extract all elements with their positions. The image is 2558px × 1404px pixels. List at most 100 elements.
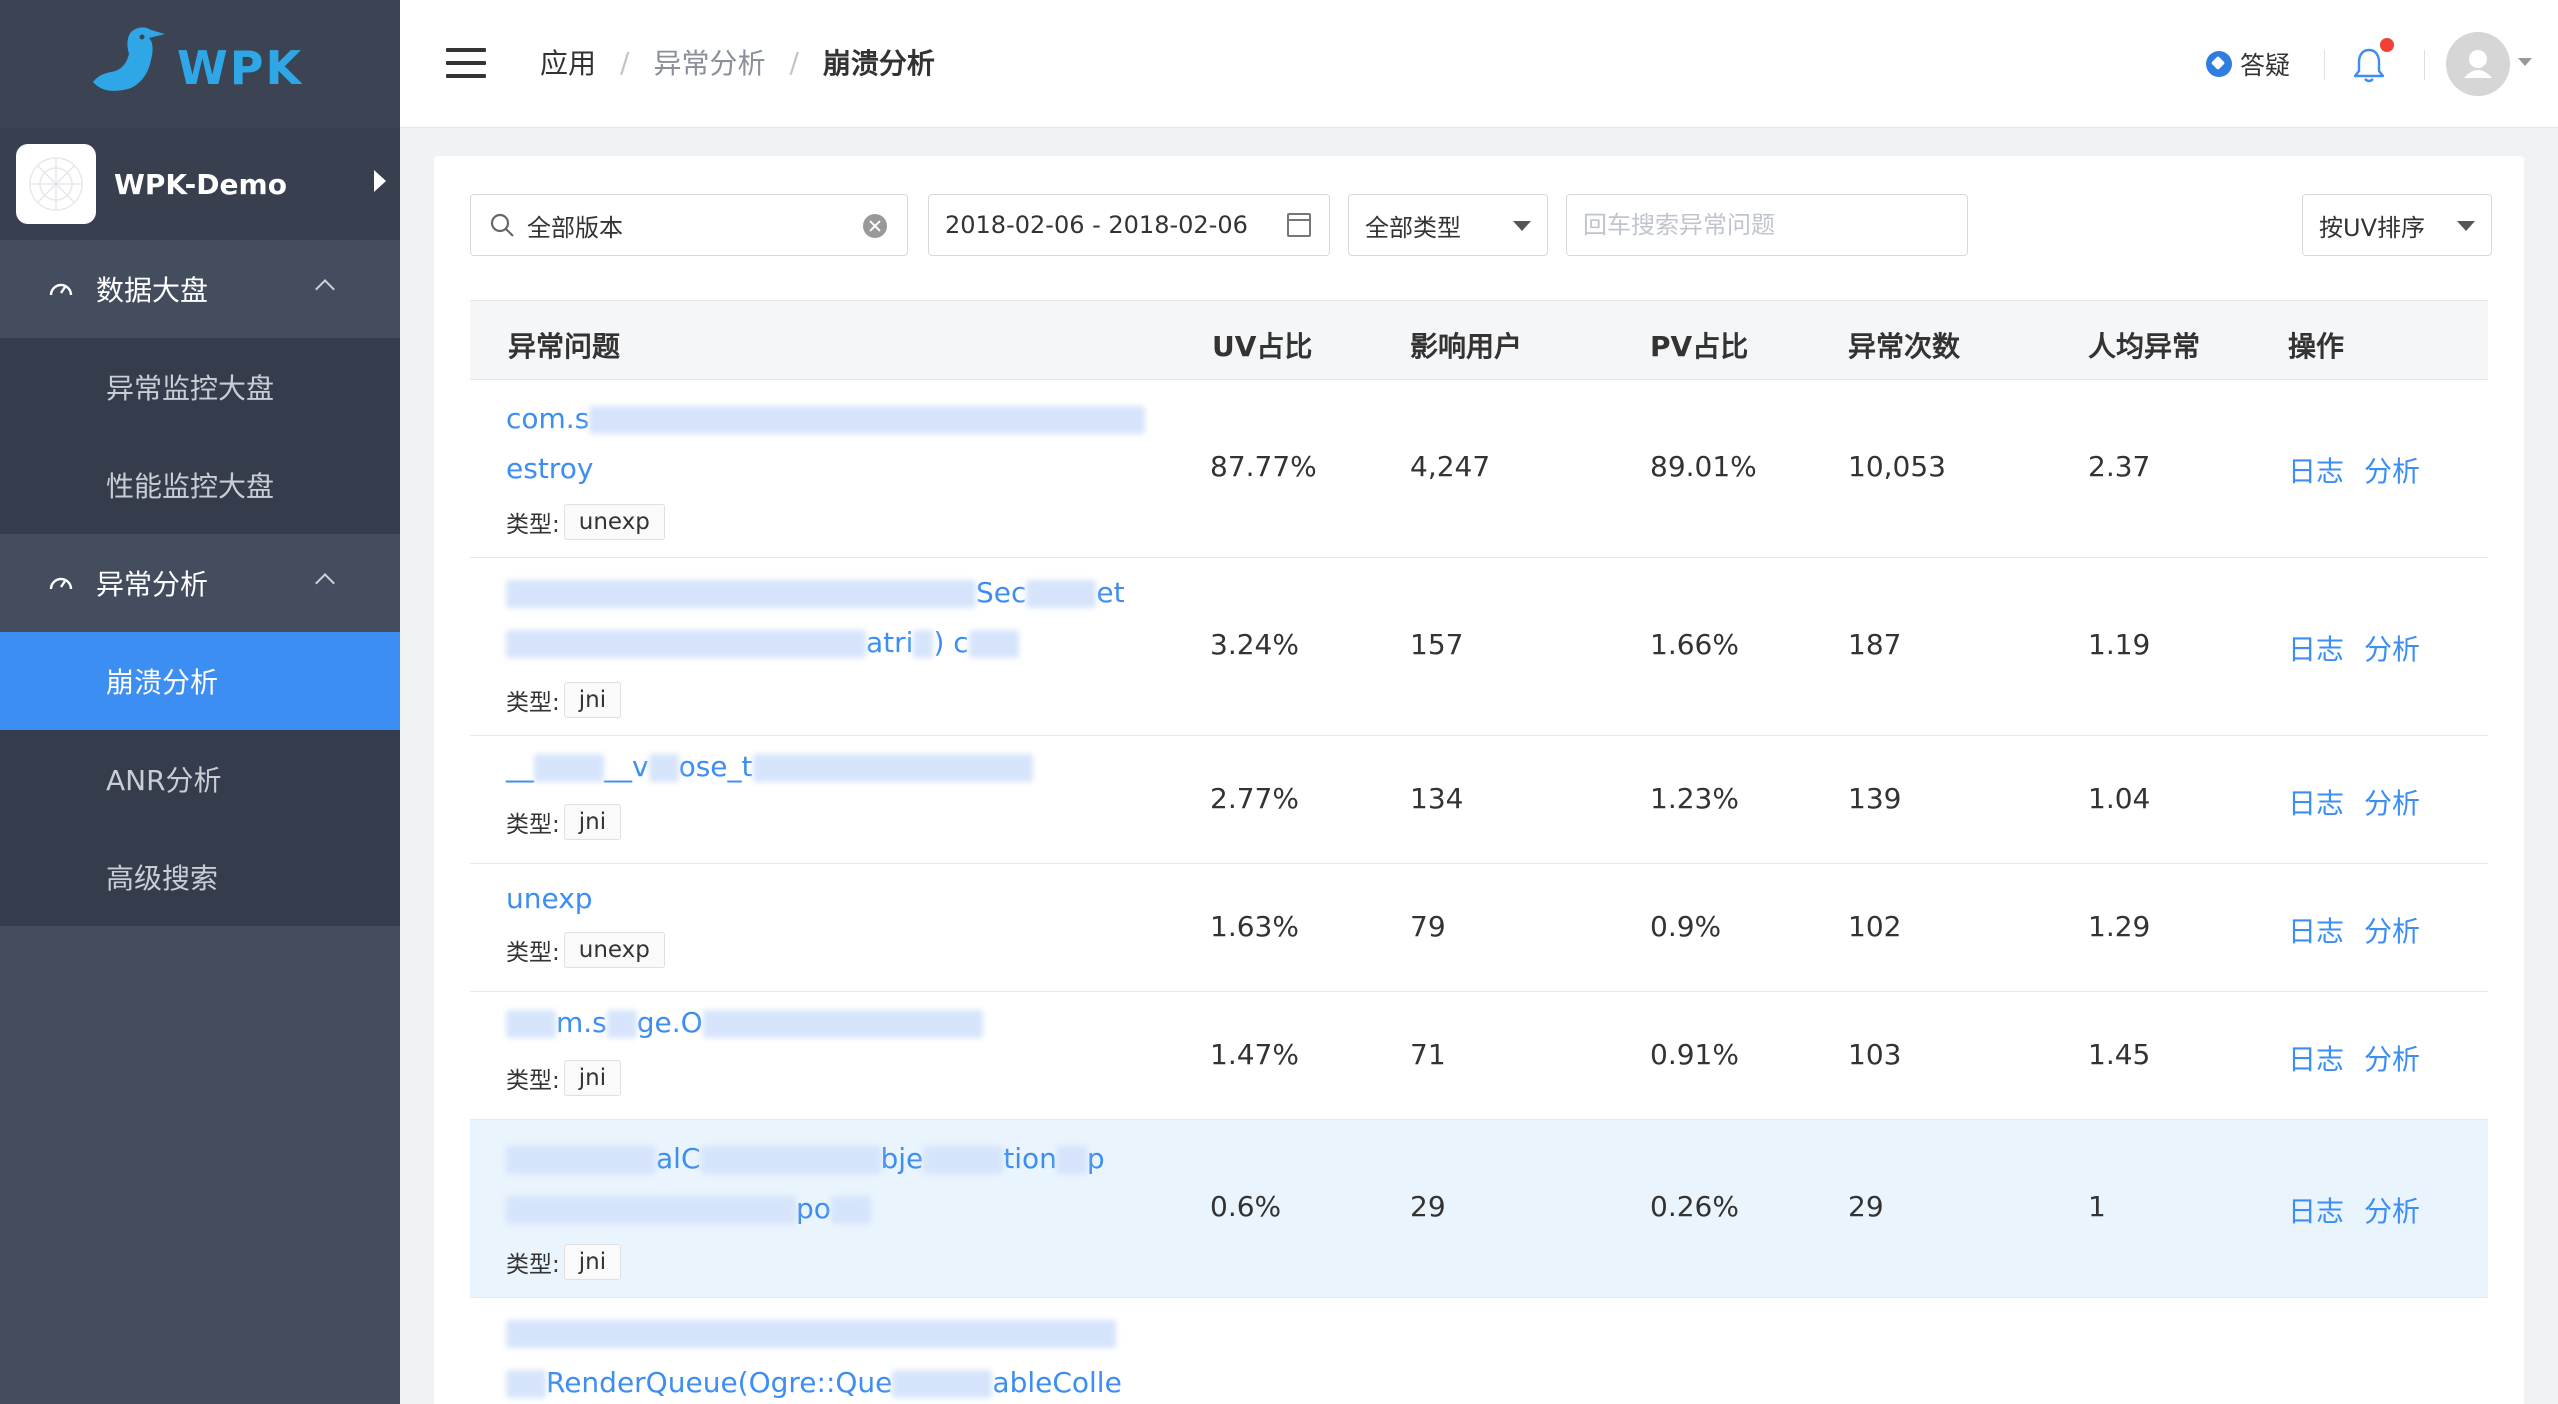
svg-text:WPK: WPK bbox=[177, 41, 303, 95]
breadcrumb-item-exception-analysis[interactable]: 异常分析 bbox=[653, 42, 765, 82]
issue-type: 类型: unexp bbox=[506, 504, 665, 540]
issue-title-link[interactable]: unexp bbox=[506, 874, 1146, 924]
calendar-icon bbox=[1287, 213, 1311, 237]
avg-per-user: 1.04 bbox=[2088, 782, 2151, 815]
issue-title-link[interactable]: RenderQueue(Ogre::Que ableColle bbox=[506, 1308, 1146, 1404]
issue-title-link[interactable]: com.s estroy bbox=[506, 394, 1146, 494]
issue-title-link[interactable]: m.s ge.O bbox=[506, 998, 1146, 1048]
crash-count: 102 bbox=[1848, 910, 1902, 943]
help-label: 答疑 bbox=[2240, 51, 2291, 80]
sidebar-item-exception-dashboard[interactable]: 异常监控大盘 bbox=[0, 338, 400, 436]
date-range-picker[interactable]: 2018-02-06 - 2018-02-06 bbox=[928, 194, 1330, 256]
uv-ratio: 1.47% bbox=[1210, 1038, 1299, 1071]
uv-ratio: 0.6% bbox=[1210, 1190, 1282, 1223]
crash-list-card: 全部版本 2018-02-06 - 2018-02-06 全部类型 按UV排序 … bbox=[434, 156, 2524, 1404]
header: 应用 / 异常分析 / 崩溃分析 答疑 bbox=[400, 0, 2558, 128]
sidebar-item-performance-dashboard[interactable]: 性能监控大盘 bbox=[0, 436, 400, 534]
menu-group-label: 异常分析 bbox=[96, 568, 209, 601]
breadcrumb-item-app[interactable]: 应用 bbox=[540, 42, 596, 82]
column-header-crash-count: 异常次数 bbox=[1848, 330, 1961, 363]
column-header-uv-ratio: UV占比 bbox=[1212, 330, 1313, 363]
clear-icon[interactable] bbox=[863, 214, 887, 238]
uv-ratio: 2.77% bbox=[1210, 782, 1299, 815]
version-select[interactable]: 全部版本 bbox=[470, 194, 908, 256]
type-tag: unexp bbox=[563, 504, 665, 540]
chevron-up-icon bbox=[315, 279, 335, 299]
affected-users: 71 bbox=[1410, 1038, 1446, 1071]
logo[interactable]: WPK bbox=[0, 0, 400, 128]
issue-title-link[interactable]: Sec et atri) c bbox=[506, 568, 1146, 668]
log-link[interactable]: 日志 bbox=[2288, 1038, 2344, 1078]
type-tag: jni bbox=[563, 1244, 622, 1280]
avg-per-user: 1 bbox=[2088, 1190, 2106, 1223]
table-row: alC bje tion p po 类型: jni 0.6% 29 0.26% 29 1… bbox=[470, 1120, 2488, 1298]
analyze-link[interactable]: 分析 bbox=[2364, 910, 2420, 950]
column-header-avg-per-user: 人均异常 bbox=[2088, 330, 2201, 363]
table-row: com.s estroy 类型: unexp 87.77% 4,247 89.01… bbox=[470, 380, 2488, 558]
table-row: Sec et atri) c 类型: jni 3.24% 157 1.66% 187… bbox=[470, 558, 2488, 736]
pv-ratio: 1.66% bbox=[1650, 628, 1739, 661]
affected-users: 79 bbox=[1410, 910, 1446, 943]
sidebar-item-advanced-search[interactable]: 高级搜索 bbox=[0, 828, 400, 926]
issue-type: 类型: jni bbox=[506, 1244, 622, 1280]
crash-count: 187 bbox=[1848, 628, 1902, 661]
issue-search-field[interactable] bbox=[1566, 194, 1968, 256]
submenu-exception-analysis: 崩溃分析 ANR分析 高级搜索 bbox=[0, 632, 400, 926]
affected-users: 134 bbox=[1410, 782, 1464, 815]
analyze-link[interactable]: 分析 bbox=[2364, 628, 2420, 668]
chevron-down-icon[interactable] bbox=[2518, 58, 2532, 66]
issue-title-link[interactable]: alC bje tion p po bbox=[506, 1134, 1146, 1234]
issue-type: 类型: unexp bbox=[506, 932, 665, 968]
crash-count: 139 bbox=[1848, 782, 1902, 815]
affected-users: 157 bbox=[1410, 628, 1464, 661]
date-range-value: 2018-02-06 - 2018-02-06 bbox=[945, 211, 1248, 239]
analyze-link[interactable]: 分析 bbox=[2364, 1190, 2420, 1230]
menu-group-label: 数据大盘 bbox=[96, 274, 209, 307]
log-link[interactable]: 日志 bbox=[2288, 1190, 2344, 1230]
type-tag: unexp bbox=[563, 932, 665, 968]
avatar[interactable] bbox=[2446, 32, 2510, 96]
type-tag: jni bbox=[563, 682, 622, 718]
sort-select[interactable]: 按UV排序 bbox=[2302, 194, 2492, 256]
gauge-icon bbox=[49, 283, 73, 296]
issue-search-input[interactable] bbox=[1583, 211, 1953, 239]
log-link[interactable]: 日志 bbox=[2288, 782, 2344, 822]
crash-count: 29 bbox=[1848, 1190, 1884, 1223]
sidebar-item-crash-analysis[interactable]: 崩溃分析 bbox=[0, 632, 400, 730]
menu-group-exception-analysis[interactable]: 异常分析 bbox=[0, 534, 400, 632]
pv-ratio: 0.9% bbox=[1650, 910, 1722, 943]
sidebar-item-anr-analysis[interactable]: ANR分析 bbox=[0, 730, 400, 828]
avg-per-user: 1.45 bbox=[2088, 1038, 2151, 1071]
type-tag: jni bbox=[563, 804, 622, 840]
type-select[interactable]: 全部类型 bbox=[1348, 194, 1548, 256]
help-link[interactable]: 答疑 bbox=[2206, 46, 2290, 82]
notification-bell-icon[interactable] bbox=[2352, 46, 2386, 84]
issue-type: 类型: jni bbox=[506, 682, 622, 718]
log-link[interactable]: 日志 bbox=[2288, 910, 2344, 950]
column-header-actions: 操作 bbox=[2288, 330, 2345, 363]
breadcrumb: 应用 / 异常分析 / 崩溃分析 bbox=[540, 42, 935, 82]
crash-table: 异常问题 UV占比 影响用户 PV占比 异常次数 人均异常 操作 com.s e… bbox=[470, 300, 2488, 1404]
search-icon bbox=[490, 213, 514, 237]
analyze-link[interactable]: 分析 bbox=[2364, 1038, 2420, 1078]
app-switcher[interactable]: WPK-Demo bbox=[0, 128, 400, 240]
analyze-link[interactable]: 分析 bbox=[2364, 782, 2420, 822]
crash-count: 10,053 bbox=[1848, 450, 1946, 483]
analyze-link[interactable]: 分析 bbox=[2364, 450, 2420, 490]
breadcrumb-separator: / bbox=[620, 45, 630, 79]
table-row: __ __v ose_t 类型: jni 2.77% 134 1.23% 139 1.… bbox=[470, 736, 2488, 864]
notification-dot bbox=[2380, 38, 2394, 52]
help-icon bbox=[2206, 51, 2232, 77]
log-link[interactable]: 日志 bbox=[2288, 450, 2344, 490]
menu-toggle-icon[interactable] bbox=[446, 48, 486, 78]
sidebar: WPK WPK-Demo 数据大盘 异常监控大盘 性能监控大盘 异常分析 崩溃分… bbox=[0, 0, 400, 1404]
breadcrumb-separator: / bbox=[789, 45, 799, 79]
column-header-issue: 异常问题 bbox=[508, 330, 621, 363]
issue-title-link[interactable]: __ __v ose_t bbox=[506, 742, 1146, 792]
crash-count: 103 bbox=[1848, 1038, 1902, 1071]
log-link[interactable]: 日志 bbox=[2288, 628, 2344, 668]
avg-per-user: 1.29 bbox=[2088, 910, 2151, 943]
menu-group-dashboard[interactable]: 数据大盘 bbox=[0, 240, 400, 338]
issue-type: 类型: jni bbox=[506, 804, 622, 840]
pv-ratio: 0.26% bbox=[1650, 1190, 1739, 1223]
